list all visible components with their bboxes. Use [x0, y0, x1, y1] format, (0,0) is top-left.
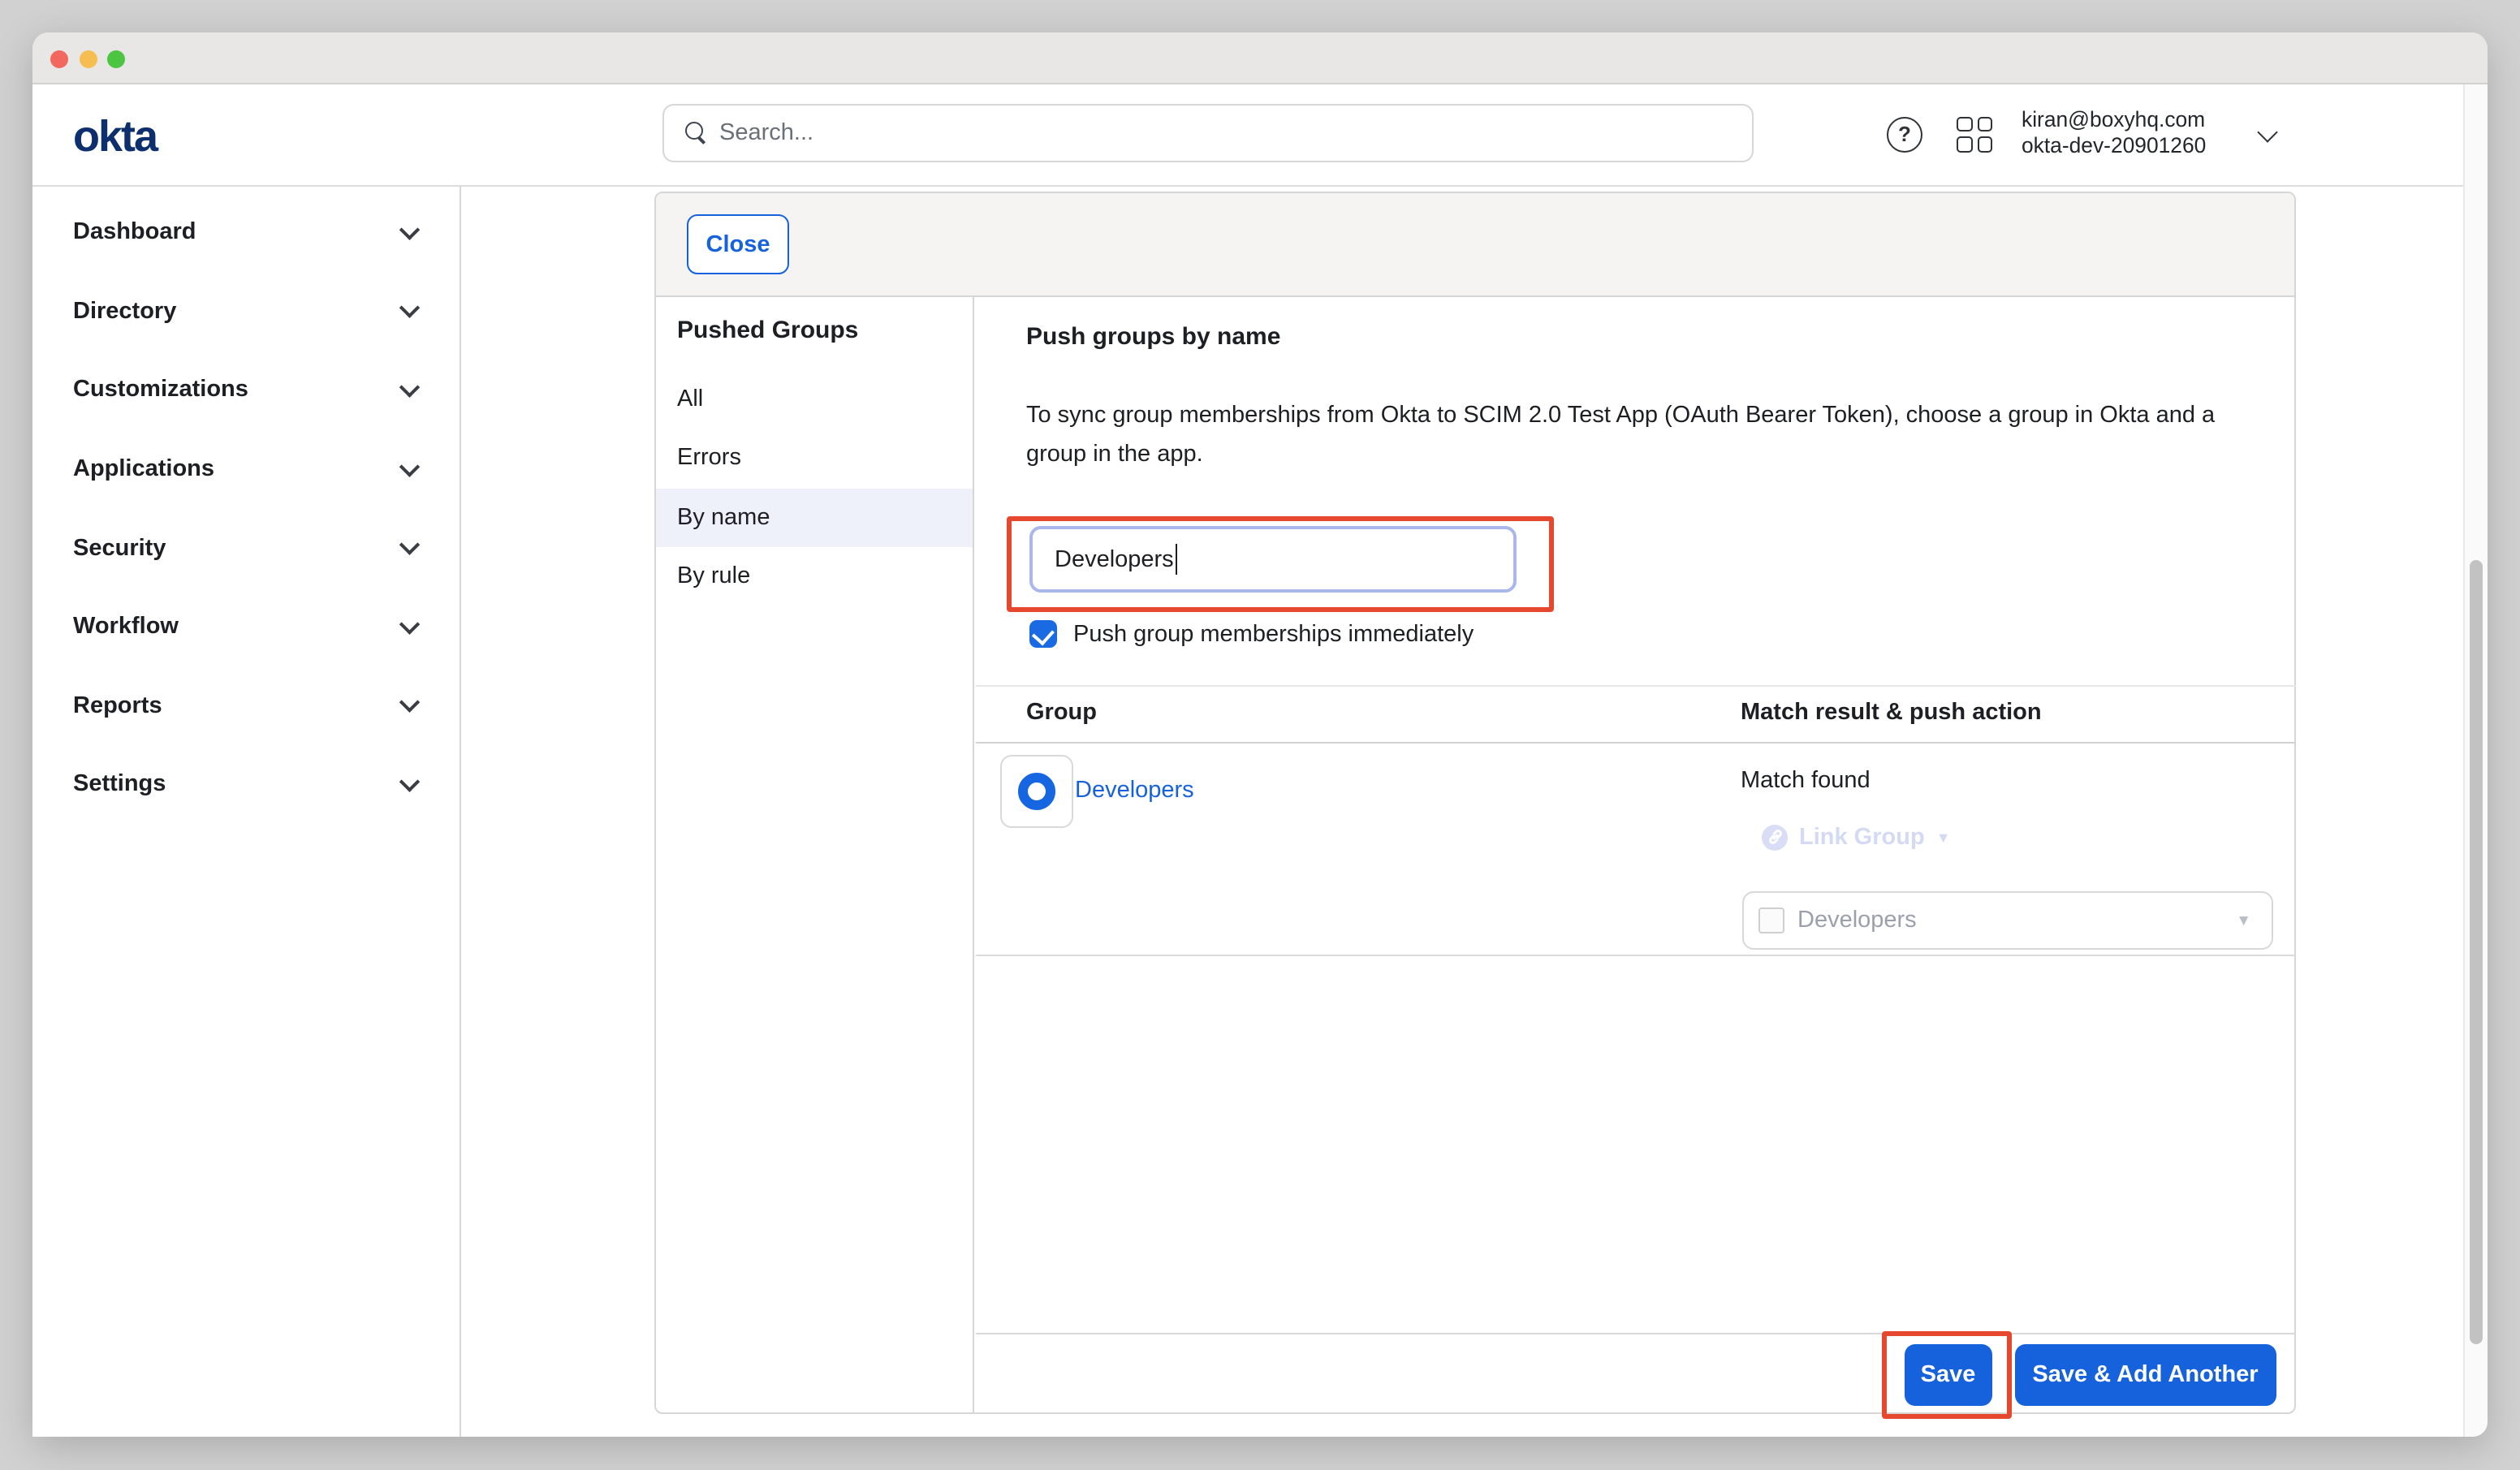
desktop: okta Search... ? kiran@boxyhq.com okta-d…	[0, 0, 2520, 1470]
group-icon	[1017, 772, 1055, 809]
app-header: okta Search... ? kiran@boxyhq.com okta-d…	[32, 84, 2488, 186]
account-org: okta-dev-20901260	[2022, 133, 2206, 160]
chevron-down-icon	[399, 377, 419, 396]
link-group-dropdown[interactable]: Link Group ▼	[1762, 824, 1951, 850]
group-name-link[interactable]: Developers	[1075, 778, 1194, 804]
search-placeholder: Search...	[719, 120, 813, 146]
window-titlebar	[32, 32, 2488, 84]
chevron-down-icon	[399, 219, 419, 239]
pushed-groups-nav: Pushed Groups All Errors By name By rule	[656, 296, 974, 1414]
traffic-light-minimize-icon[interactable]	[79, 50, 97, 67]
table-header-divider	[976, 741, 2295, 743]
browser-window: okta Search... ? kiran@boxyhq.com okta-d…	[32, 32, 2488, 1437]
pushed-groups-title: Pushed Groups	[677, 316, 973, 343]
push-groups-panel: Close Pushed Groups All Errors By name B…	[654, 191, 2295, 1414]
push-immediately-row: Push group memberships immediately	[1029, 605, 1474, 663]
section-heading: Push groups by name	[1026, 322, 1280, 350]
panel-header: Close	[656, 192, 2293, 296]
search-icon	[685, 123, 706, 144]
group-avatar	[999, 754, 1072, 827]
apps-grid-icon[interactable]	[1957, 116, 1992, 152]
chevron-down-icon	[399, 692, 419, 712]
push-immediately-label: Push group memberships immediately	[1073, 621, 1474, 647]
search-input[interactable]: Search...	[662, 103, 1754, 162]
chevron-down-icon	[2257, 121, 2277, 141]
sidebar-item-directory[interactable]: Directory	[32, 272, 459, 351]
nav-item-by-name[interactable]: By name	[656, 488, 973, 547]
column-header-match: Match result & push action	[1741, 699, 2042, 725]
link-group-label: Link Group	[1799, 824, 1925, 850]
chevron-down-icon	[399, 771, 419, 791]
scrollbar-thumb[interactable]	[2470, 560, 2483, 1344]
account-email: kiran@boxyhq.com	[2022, 106, 2206, 133]
traffic-light-zoom-icon[interactable]	[107, 50, 125, 67]
sidebar-item-workflow[interactable]: Workflow	[32, 588, 459, 666]
link-icon	[1762, 824, 1788, 850]
table-row-divider	[976, 955, 2295, 956]
group-name-input[interactable]: Developers	[1029, 526, 1516, 593]
chevron-down-icon	[399, 535, 419, 554]
column-header-group: Group	[1026, 699, 1097, 725]
app-group-name: Developers	[1797, 907, 1917, 933]
save-button[interactable]: Save	[1904, 1343, 1992, 1405]
sidebar-item-customizations[interactable]: Customizations	[32, 351, 459, 429]
push-by-name-content: Push groups by name To sync group member…	[976, 296, 2295, 1414]
footer-divider	[976, 1332, 2295, 1334]
section-description: To sync group memberships from Okta to S…	[1026, 395, 2231, 475]
sidebar-item-security[interactable]: Security	[32, 509, 459, 588]
save-add-another-button[interactable]: Save & Add Another	[2014, 1343, 2276, 1405]
nav-item-by-rule[interactable]: By rule	[656, 547, 973, 606]
okta-logo: okta	[73, 111, 157, 162]
sidebar-item-dashboard[interactable]: Dashboard	[32, 193, 459, 272]
chevron-down-icon	[399, 614, 419, 633]
app-group-icon-placeholder	[1758, 907, 1784, 934]
traffic-light-close-icon[interactable]	[50, 50, 68, 67]
sidebar-nav: Dashboard Directory Customizations Appli…	[32, 186, 460, 1437]
table-top-divider	[976, 685, 2295, 687]
nav-item-all[interactable]: All	[656, 369, 973, 429]
chevron-down-icon	[399, 456, 419, 476]
account-menu[interactable]: kiran@boxyhq.com okta-dev-20901260	[2022, 106, 2206, 160]
close-button[interactable]: Close	[687, 214, 789, 274]
chevron-down-icon	[399, 298, 419, 317]
dropdown-caret-icon: ▼	[1936, 829, 1951, 845]
help-icon[interactable]: ?	[1887, 116, 1922, 152]
sidebar-item-applications[interactable]: Applications	[32, 430, 459, 509]
sidebar-item-reports[interactable]: Reports	[32, 666, 459, 745]
sidebar-item-settings[interactable]: Settings	[32, 745, 459, 824]
app-group-select[interactable]: Developers ▼	[1741, 891, 2272, 950]
match-result-text: Match found	[1741, 767, 1871, 793]
push-immediately-checkbox[interactable]	[1029, 620, 1056, 648]
dropdown-caret-icon: ▼	[2236, 912, 2251, 929]
text-cursor	[1176, 544, 1177, 575]
scrollbar-track	[2463, 84, 2488, 1437]
group-name-input-value: Developers	[1055, 546, 1174, 572]
nav-item-errors[interactable]: Errors	[656, 429, 973, 488]
